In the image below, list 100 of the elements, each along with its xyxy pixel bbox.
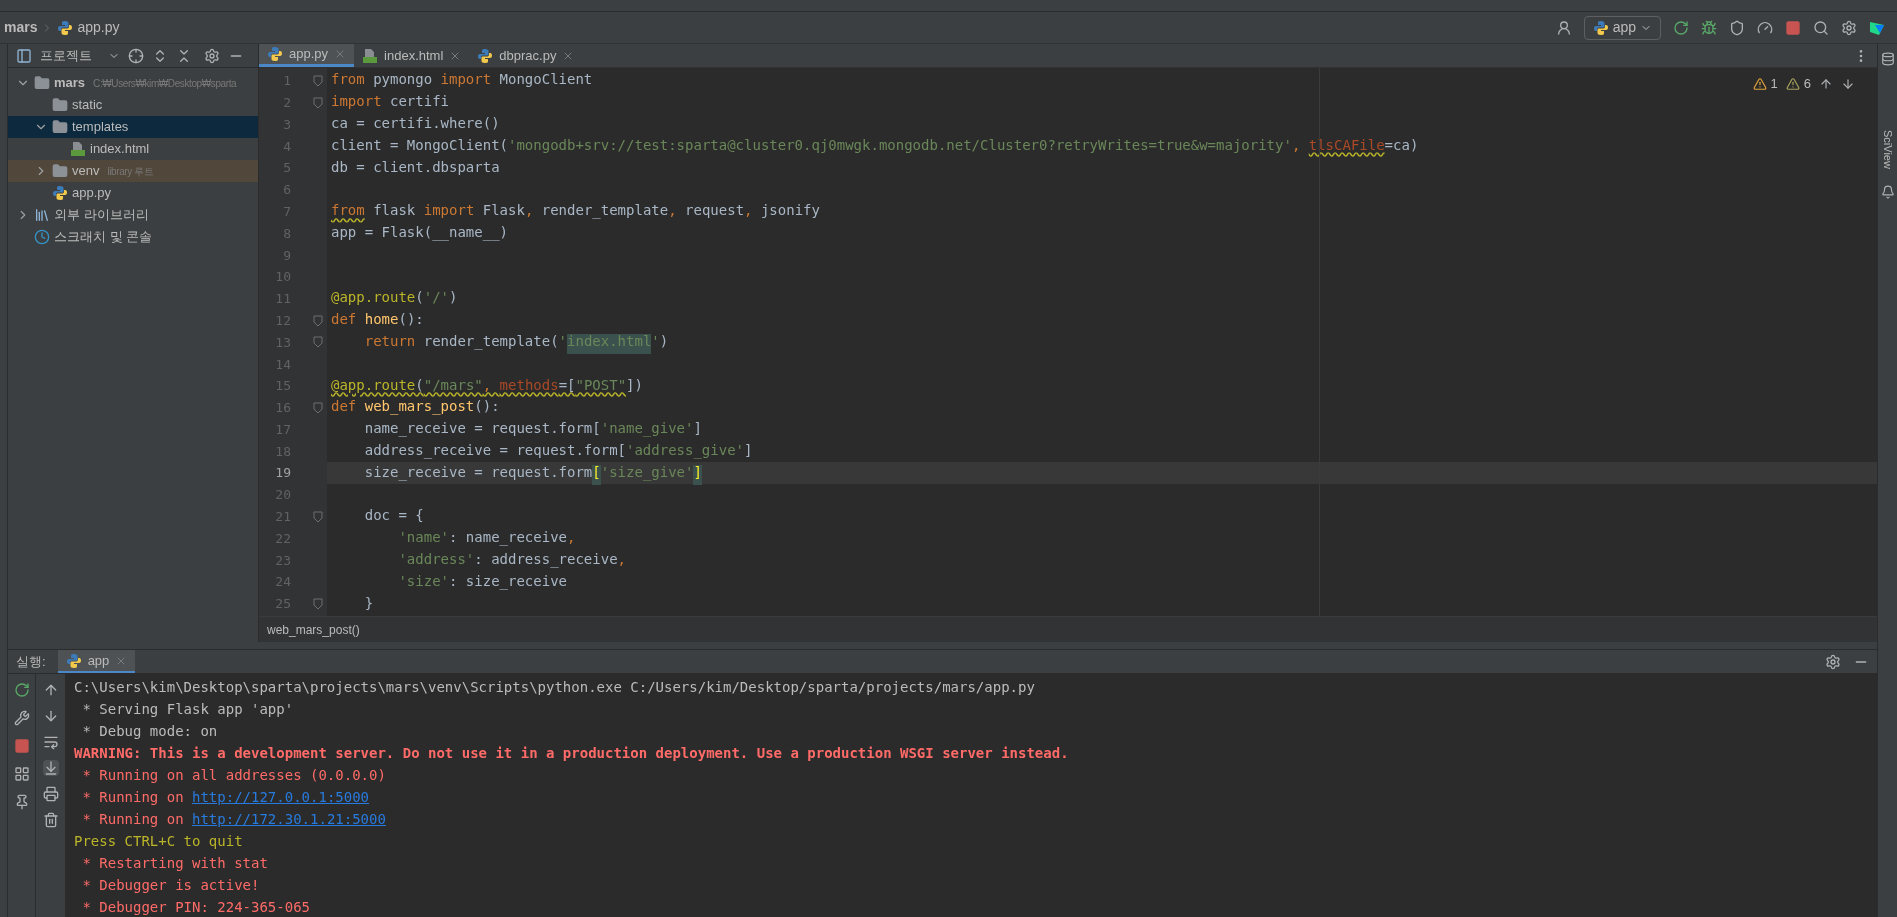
locate-icon[interactable] [128,47,144,64]
code-line: address_receive = request.form['address_give'] [363,440,753,461]
previous-highlight-icon[interactable] [1819,76,1833,91]
console-link[interactable]: http://172.30.1.21:5000 [192,808,386,830]
logo-icon[interactable] [1869,19,1885,36]
code-line: import certifi [331,92,449,112]
console-link[interactable]: http://127.0.0.1:5000 [192,786,370,808]
console-line: WARNING: This is a development server. Do not use it in a production deployment. Use a production WSGI server instead. [74,743,1070,763]
fold-marker-icon[interactable] [313,96,323,109]
console-line: * Running on all addresses (0.0.0.0) [81,765,387,785]
console-line: * Debugger is active! [81,875,261,895]
folder-icon [52,119,68,135]
fold-marker-icon[interactable] [313,510,323,523]
settings-icon[interactable] [1841,19,1857,36]
code-line: @app.route("/mars", methods=["POST"]) [331,375,643,395]
soft-wrap-icon[interactable] [42,734,59,750]
warning-count[interactable]: 1 [1752,74,1778,94]
tree-item-label: venv [72,162,100,181]
console-line: * Running on http://172.30.1.21:5000 [74,808,1877,830]
editor-tab[interactable]: index.html [354,44,470,67]
project-view-icon [16,47,32,64]
sidebar-tab[interactable]: SciView [1879,130,1896,169]
code-line: name_receive = request.form['name_give'] [363,419,702,439]
python-file-icon [52,185,68,201]
run-configuration-dropdown[interactable]: app [1583,15,1661,40]
python-file-icon [1592,19,1609,36]
project-panel-title[interactable]: 프로젝트 [40,45,92,66]
code-line: @app.route('/') [331,288,458,308]
code-line: def web_mars_post(): [331,397,500,417]
console-line: * Debugger PIN: 224-365-065 [81,897,311,917]
code-line: size_receive = request.form['size_give'] [331,461,702,485]
code-line: doc = { [363,506,424,526]
code-line: from flask import Flask, render_template, request, jsonify [331,201,820,221]
run-tab[interactable]: app [57,650,136,673]
code-line: } [363,593,374,613]
fold-marker-icon[interactable] [313,336,323,349]
editor-breadcrumb[interactable]: web_mars_post() [267,620,360,639]
stop-icon[interactable] [13,738,30,754]
layout-icon[interactable] [13,766,30,782]
code-line: def home(): [331,310,424,330]
tab-label: dbprac.py [499,46,557,65]
debug-icon[interactable] [1701,19,1717,36]
run-panel-label: 실행: [16,652,46,671]
code-line: ca = certifi.where() [331,114,500,133]
console-line: * Debug mode: on [81,721,219,741]
python-file-icon [65,652,82,669]
folder-icon [52,97,68,113]
trash-icon[interactable] [42,812,59,828]
tree-item-label: app.py [72,184,112,203]
breadcrumb-item[interactable]: mars [4,17,38,38]
folder-icon [34,75,50,91]
tree-item-label: index.html [90,140,150,159]
tree-item[interactable]: 외부 라이브러리 [8,204,258,226]
code-line: 'name': name_receive, [397,528,576,548]
tree-item[interactable]: index.html [8,138,258,160]
editor-tab[interactable]: dbprac.py [469,44,583,67]
console-line: * Running on http://127.0.0.1:5000 [74,786,1877,808]
scroll-to-end-icon[interactable] [42,760,59,776]
line-number: 19 [274,464,291,483]
fold-marker-icon[interactable] [313,598,323,610]
tab-label: app.py [289,45,329,64]
rerun-icon[interactable] [13,682,30,698]
user-icon[interactable] [1555,19,1572,36]
coverage-icon[interactable] [1729,19,1745,36]
wrench-icon[interactable] [13,710,30,726]
tree-item[interactable]: templates [8,116,258,138]
code-line: 'size': size_receive [397,571,568,592]
console-line: Press CTRL+C to quit [74,831,244,851]
weak-warning-icon [1785,76,1800,91]
tree-item[interactable]: 스크래치 및 콘솔 [8,226,258,248]
settings-icon[interactable] [1825,653,1841,670]
editor-tab[interactable]: app.py [259,44,355,67]
tree-item[interactable]: mars C:₩Users₩kim₩Desktop₩sparta [8,72,258,94]
profile-icon[interactable] [1757,19,1773,36]
folder-icon [52,163,68,179]
html-file-icon [362,47,379,64]
stop-icon[interactable] [1785,19,1801,36]
tree-item-label: static [72,96,103,115]
scratch-clock-icon [34,229,50,245]
print-icon[interactable] [42,786,59,802]
fold-marker-icon[interactable] [313,74,323,87]
code-line: client = MongoClient('mongodb+srv://test:sparta@cluster0.qj0mwgk.mongodb.net/Cluster0?retryWrites=true&w=majority', tlsCAFile=ca) [331,135,1419,155]
notifications-icon[interactable] [1880,184,1895,199]
fold-marker-icon[interactable] [313,401,323,414]
code-line: db = client.dbsparta [331,157,500,177]
database-icon[interactable] [1880,52,1895,66]
tree-item[interactable]: static [8,94,258,116]
tree-item-label: 외부 라이브러리 [54,206,149,225]
rerun-icon[interactable] [1673,19,1689,36]
python-file-icon [477,47,494,64]
search-icon[interactable] [1813,19,1829,36]
code-line: app = Flask(__name__) [331,223,508,243]
weak-warning-count[interactable]: 6 [1785,74,1811,94]
code-line: from pymongo import MongoClient [331,70,593,90]
settings-icon[interactable] [204,47,220,64]
warning-icon [1752,76,1767,91]
fold-marker-icon[interactable] [313,314,323,327]
next-highlight-icon[interactable] [1841,76,1855,91]
tree-item[interactable]: app.py [8,182,258,204]
breadcrumb-item[interactable]: app.py [57,17,120,38]
